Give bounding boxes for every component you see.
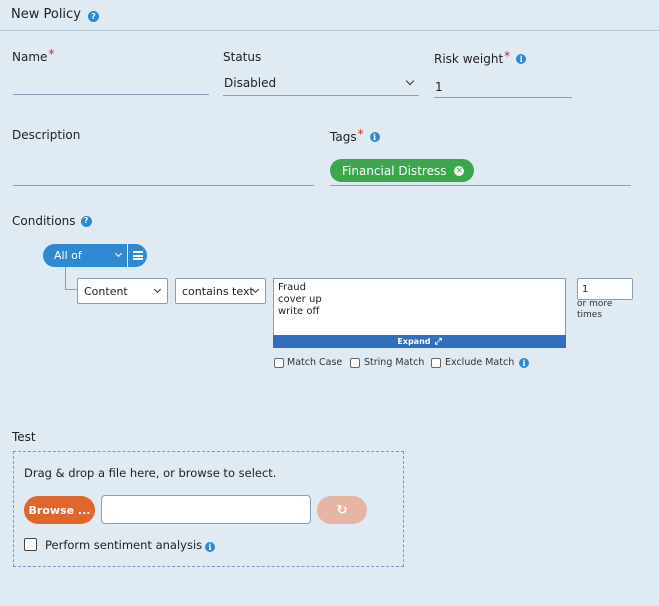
sentiment-label: Perform sentiment analysis [45,538,203,552]
group-menu-button[interactable] [127,244,147,267]
count-suffix: or more times [577,299,613,320]
required-marker: * [357,127,364,141]
chevron-down-icon [405,76,415,86]
dropzone-text: Drag & drop a file here, or browse to se… [24,466,277,480]
condition-terms-textarea[interactable]: Fraud cover up write off [273,278,566,335]
required-marker: * [48,47,55,61]
refresh-icon: ↻ [336,502,348,518]
condition-operator-value: contains text [182,284,254,298]
test-label: Test [12,430,36,444]
expand-button[interactable]: Expand ⤢ [273,335,566,348]
info-icon[interactable]: i [205,542,215,552]
string-match-label: String Match [364,357,425,368]
condition-field-select[interactable]: Content [77,278,168,304]
status-value: Disabled [224,76,277,90]
file-name-input[interactable] [101,495,311,524]
match-case-checkbox[interactable] [274,358,284,368]
conditions-label: Conditions ? [12,214,92,228]
description-input[interactable] [13,160,314,186]
status-select[interactable]: Disabled [223,74,419,96]
info-icon[interactable]: i [369,132,380,142]
menu-icon [132,251,143,260]
risk-weight-label: Risk weight * i [434,49,527,66]
tag-chip-label: Financial Distress [342,163,447,178]
tag-chip[interactable]: Financial Distress ✕ [330,159,475,182]
name-input[interactable] [13,76,209,95]
term-line: write off [278,306,320,317]
string-match-checkbox[interactable] [350,358,360,368]
expand-label: Expand [397,337,431,346]
info-icon[interactable]: i [519,358,529,368]
exclude-match-label: Exclude Match [445,357,515,368]
term-line: cover up [278,294,322,305]
expand-icon: ⤢ [434,336,442,347]
info-icon[interactable]: i [516,54,527,64]
group-operator-select[interactable]: All of [43,244,127,267]
help-icon[interactable]: ? [80,215,92,227]
tags-label: Tags * i [330,127,380,144]
browse-button[interactable]: Browse ... [24,496,95,524]
name-label: Name* [12,47,55,64]
description-label: Description [12,128,81,142]
condition-connector [65,267,77,290]
match-case-label: Match Case [287,357,343,368]
help-icon[interactable]: ? [88,11,99,22]
status-label: Status [223,50,262,64]
chevron-down-icon [153,285,162,294]
term-line: Fraud [278,282,306,293]
condition-field-value: Content [84,284,128,298]
exclude-match-checkbox[interactable] [431,358,441,368]
chevron-down-icon [114,249,123,258]
sentiment-checkbox[interactable] [24,538,37,551]
required-marker: * [504,49,511,63]
group-operator-value: All of [54,249,82,262]
condition-operator-select[interactable]: contains text [175,278,266,304]
close-icon[interactable]: ✕ [454,165,465,176]
refresh-button[interactable]: ↻ [317,496,367,524]
risk-weight-input[interactable]: 1 [434,78,572,98]
condition-count-input[interactable]: 1 [577,278,633,300]
page-title: New Policy [11,7,81,22]
